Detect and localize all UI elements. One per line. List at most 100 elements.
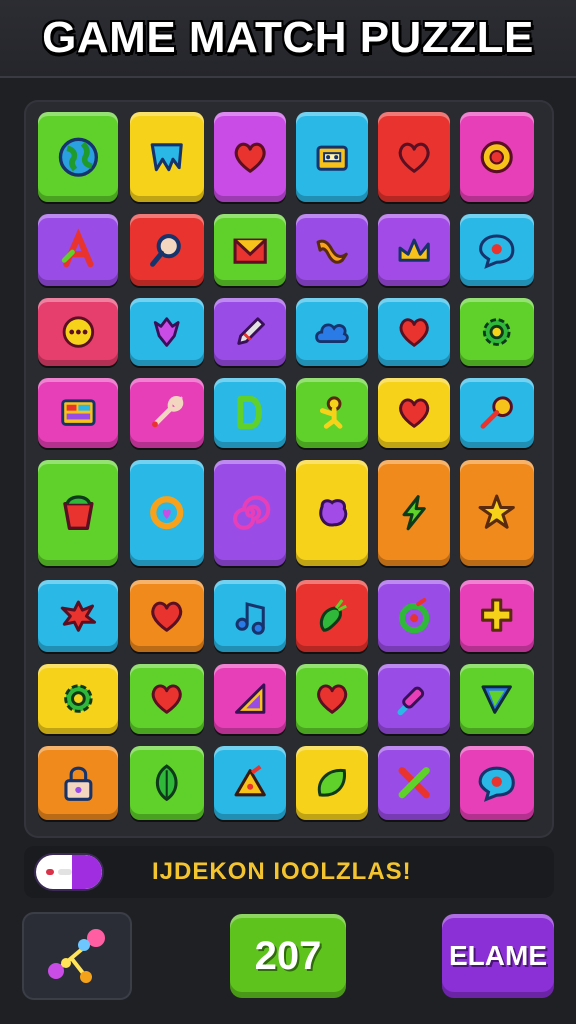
tile-r2-c1[interactable] <box>38 214 118 286</box>
tile-r6-c4[interactable] <box>296 580 368 652</box>
pot-icon <box>62 495 94 531</box>
tile-r1-c5[interactable] <box>378 112 450 202</box>
heart-icon <box>399 318 429 347</box>
toggle-knob <box>72 855 102 889</box>
tile-r1-c3[interactable] <box>214 112 286 202</box>
tile-r4-c4[interactable] <box>296 378 368 448</box>
tile-r6-c2[interactable] <box>130 580 204 652</box>
tile-r2-c4[interactable] <box>296 214 368 286</box>
tile-r7-c6[interactable] <box>460 664 534 734</box>
tile-r6-c3[interactable] <box>214 580 286 652</box>
tile-r6-c1[interactable] <box>38 580 118 652</box>
tile-r8-c5[interactable] <box>378 746 450 820</box>
gem-icon <box>154 317 180 347</box>
tile-r8-c3[interactable] <box>214 746 286 820</box>
tile-r2-c6[interactable] <box>460 214 534 286</box>
splat-icon <box>60 600 96 632</box>
tile-r8-c6[interactable] <box>460 746 534 820</box>
tile-r1-c6[interactable] <box>460 112 534 202</box>
tile-r7-c5[interactable] <box>378 664 450 734</box>
tile-r7-c2[interactable] <box>130 664 204 734</box>
envelope-icon <box>233 238 267 264</box>
tile-r8-c2[interactable] <box>130 746 204 820</box>
tile-r7-c4[interactable] <box>296 664 368 734</box>
pencil-icon <box>237 317 265 345</box>
cloud-icon <box>314 323 349 343</box>
arrow-triangle-icon <box>481 685 513 715</box>
tile-r7-c1[interactable] <box>38 664 118 734</box>
spiral-icon <box>232 495 271 531</box>
chat-bubble-icon <box>478 766 516 803</box>
globe-icon <box>58 137 98 177</box>
gear-icon <box>483 318 511 346</box>
tile-r3-c2[interactable] <box>130 298 204 366</box>
heart-icon <box>317 684 347 715</box>
blob-icon <box>319 499 348 527</box>
ribbon-icon <box>316 239 348 264</box>
x-icon <box>398 767 430 799</box>
tile-r2-c2[interactable] <box>130 214 204 286</box>
magnifier-icon <box>150 233 182 267</box>
tile-r3-c5[interactable] <box>378 298 450 366</box>
tile-r3-c1[interactable] <box>38 298 118 366</box>
tile-r4-c2[interactable] <box>130 378 204 448</box>
ellipsis-bubble-icon <box>62 316 94 348</box>
lightning-icon <box>402 495 426 531</box>
header-bar: GAME MATCH PUZZLE <box>0 0 576 78</box>
tile-r4-c1[interactable] <box>38 378 118 448</box>
game-board <box>24 100 554 838</box>
tile-r3-c3[interactable] <box>214 298 286 366</box>
powerup-button[interactable] <box>22 912 132 1000</box>
game-button[interactable]: ELAME <box>442 914 554 998</box>
toggle-dot <box>46 869 54 875</box>
tile-r3-c4[interactable] <box>296 298 368 366</box>
lock-icon <box>64 766 92 802</box>
tile-r5-c3[interactable] <box>214 460 286 566</box>
heart-icon <box>399 398 429 429</box>
tile-r1-c1[interactable] <box>38 112 118 202</box>
heart-icon <box>152 684 182 715</box>
toggle-line <box>58 869 72 875</box>
settings-toggle[interactable] <box>36 855 102 889</box>
carrot-icon <box>319 598 347 632</box>
flower-icon <box>480 140 514 174</box>
status-bar: IJDEKON IOOLZLAS! <box>24 846 554 898</box>
tile-r3-c6[interactable] <box>460 298 534 366</box>
molecule-icon <box>48 929 105 983</box>
heart-icon <box>398 142 430 173</box>
leaf-blob-icon <box>317 769 346 797</box>
tile-r2-c5[interactable] <box>378 214 450 286</box>
tile-r8-c4[interactable] <box>296 746 368 820</box>
brush-icon <box>397 687 424 716</box>
tile-r4-c6[interactable] <box>460 378 534 448</box>
cross-shape-icon <box>481 598 513 632</box>
status-message: IJDEKON IOOLZLAS! <box>152 858 412 885</box>
tile-r7-c3[interactable] <box>214 664 286 734</box>
tile-r5-c2[interactable] <box>130 460 204 566</box>
grid-panel-icon <box>60 399 96 427</box>
tile-r5-c6[interactable] <box>460 460 534 566</box>
tile-r2-c3[interactable] <box>214 214 286 286</box>
tile-r6-c6[interactable] <box>460 580 534 652</box>
tile-r1-c4[interactable] <box>296 112 368 202</box>
page-title: GAME MATCH PUZZLE <box>42 13 534 62</box>
tile-r4-c3[interactable] <box>214 378 286 448</box>
letter-a-icon <box>61 228 94 268</box>
tile-r8-c1[interactable] <box>38 746 118 820</box>
letter-d-icon <box>237 396 262 430</box>
tile-r5-c4[interactable] <box>296 460 368 566</box>
wrench-icon <box>152 396 184 428</box>
torn-flag-icon <box>150 143 184 171</box>
tile-r6-c5[interactable] <box>378 580 450 652</box>
chat-bubble-icon <box>479 234 515 269</box>
crown-icon <box>398 238 430 262</box>
tile-r5-c5[interactable] <box>378 460 450 566</box>
heart-icon <box>151 601 183 632</box>
tile-r1-c2[interactable] <box>130 112 204 202</box>
triangle-ruler-icon <box>234 683 266 715</box>
gear-icon <box>63 684 93 714</box>
tile-r4-c5[interactable] <box>378 378 450 448</box>
cheese-icon <box>234 765 266 797</box>
score-display[interactable]: 207 <box>230 914 346 998</box>
tile-r5-c1[interactable] <box>38 460 118 566</box>
